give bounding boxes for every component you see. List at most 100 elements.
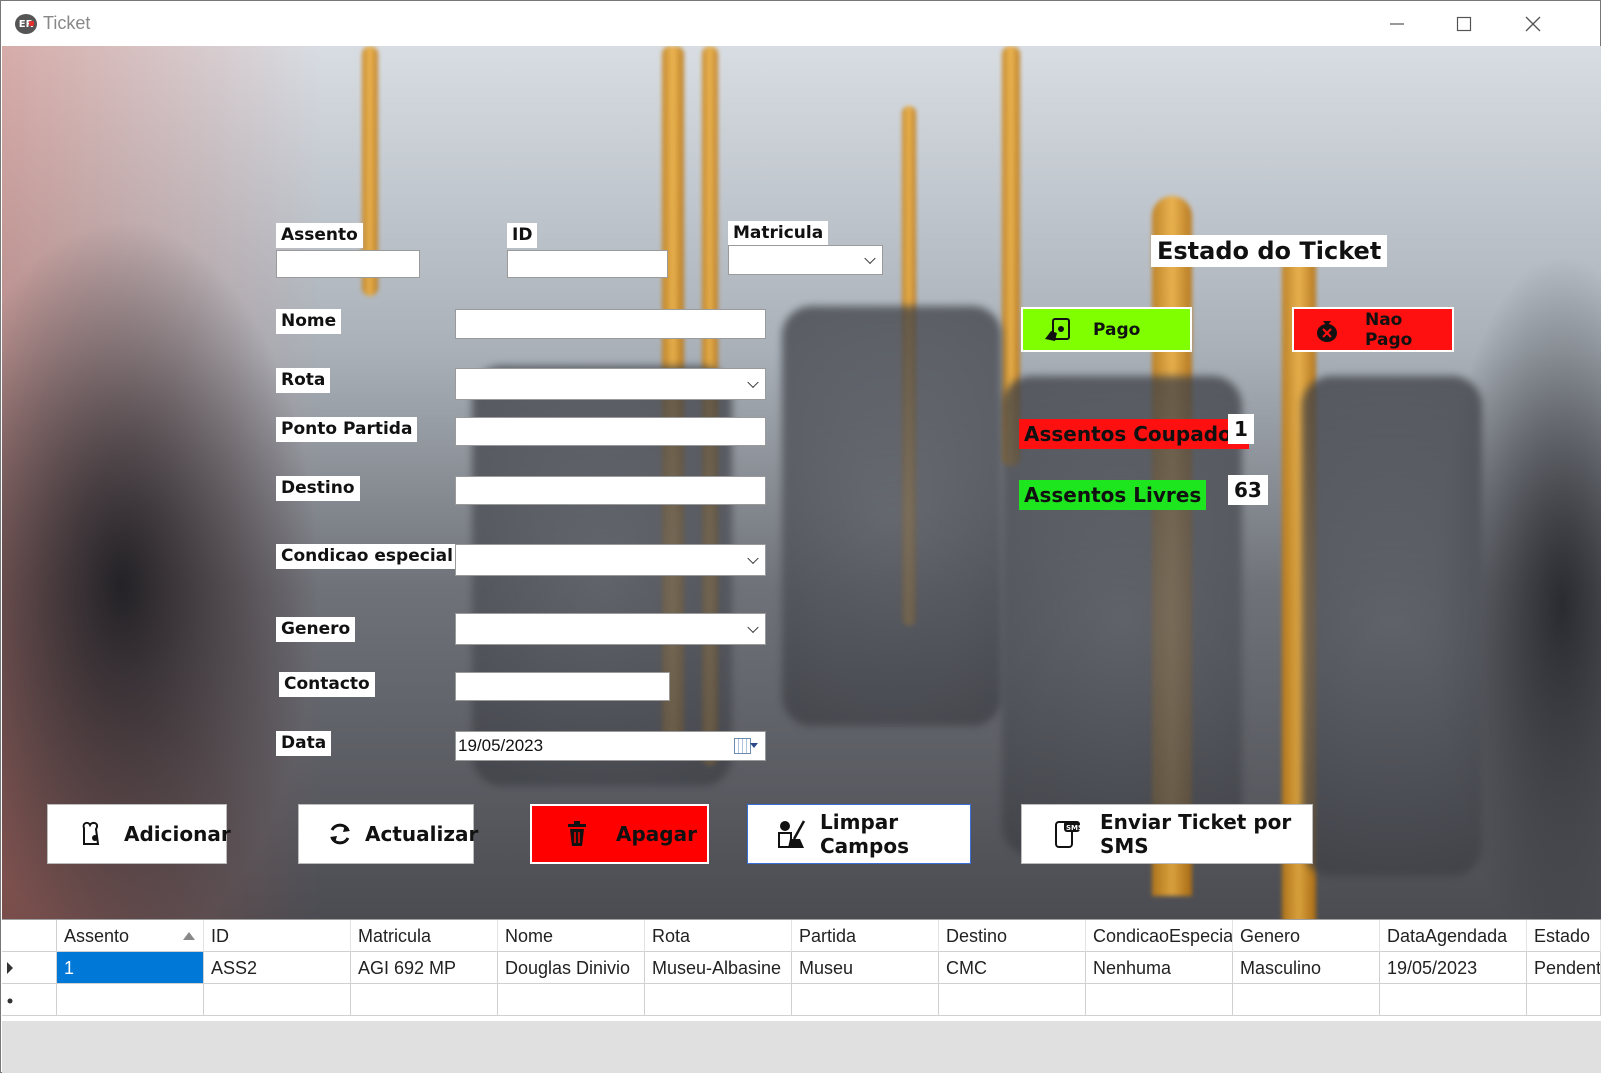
nome-input[interactable]: [455, 309, 766, 339]
pago-button[interactable]: Pago: [1021, 307, 1192, 352]
chevron-down-icon: [747, 552, 759, 565]
new-cell[interactable]: [1527, 984, 1601, 1016]
cell-id[interactable]: ASS2: [204, 952, 351, 984]
new-cell[interactable]: [498, 984, 645, 1016]
maximize-button[interactable]: [1444, 9, 1484, 39]
minimize-icon: [1390, 23, 1404, 25]
header-corner: [2, 920, 57, 952]
adicionar-button[interactable]: Adicionar: [47, 804, 231, 864]
new-row-asterisk-icon: [7, 998, 13, 1004]
cell-partida[interactable]: Museu: [792, 952, 939, 984]
new-cell[interactable]: [939, 984, 1086, 1016]
new-cell[interactable]: [1086, 984, 1233, 1016]
bus-background-image: [2, 46, 1601, 919]
new-cell[interactable]: [351, 984, 498, 1016]
new-cell[interactable]: [57, 984, 204, 1016]
assentos-livres-label: Assentos Livres: [1019, 480, 1207, 510]
genero-select[interactable]: [455, 613, 766, 645]
calendar-icon[interactable]: [734, 738, 751, 754]
table-row[interactable]: 1 ASS2 AGI 692 MP Douglas Dinivio Museu-…: [2, 952, 1601, 984]
assento-label: Assento: [276, 223, 363, 248]
cell-assento[interactable]: 1: [57, 952, 204, 984]
cell-genero[interactable]: Masculino: [1233, 952, 1380, 984]
rota-label: Rota: [276, 368, 331, 393]
data-label: Data: [276, 731, 332, 756]
dropdown-arrow-icon: [750, 743, 758, 748]
chevron-down-icon: [864, 252, 876, 265]
cell-rota[interactable]: Museu-Albasine: [645, 952, 792, 984]
data-value: 19/05/2023: [458, 736, 544, 755]
data-datepicker[interactable]: 19/05/2023: [455, 731, 766, 761]
apagar-label: Apagar: [616, 822, 697, 846]
actualizar-button[interactable]: Actualizar: [298, 804, 478, 864]
cash-payment-icon: [1045, 317, 1070, 341]
add-ticket-icon: [78, 819, 104, 849]
actualizar-label: Actualizar: [365, 822, 479, 846]
svg-text:SMS: SMS: [1066, 824, 1082, 832]
col-header-destino[interactable]: Destino: [939, 920, 1086, 952]
table-new-row[interactable]: [2, 984, 1601, 1016]
col-header-dataagendada[interactable]: DataAgendada: [1380, 920, 1527, 952]
apagar-button[interactable]: Apagar: [530, 804, 709, 864]
row-selector[interactable]: [2, 952, 57, 984]
assento-input[interactable]: [276, 250, 420, 278]
cell-matricula[interactable]: AGI 692 MP: [351, 952, 498, 984]
new-cell[interactable]: [645, 984, 792, 1016]
chevron-down-icon: [747, 376, 759, 389]
col-header-estado[interactable]: Estado: [1527, 920, 1601, 952]
rota-select[interactable]: [455, 368, 766, 400]
contacto-label: Contacto: [279, 672, 375, 697]
destino-label: Destino: [276, 476, 360, 501]
contacto-input[interactable]: [455, 672, 670, 701]
nao-pago-button[interactable]: Nao Pago: [1292, 307, 1454, 352]
current-row-arrow-icon: [7, 962, 13, 974]
assentos-ocupados-count: 1: [1228, 414, 1254, 444]
money-bag-icon: [1317, 320, 1337, 342]
cell-nome[interactable]: Douglas Dinivio: [498, 952, 645, 984]
limpar-campos-button[interactable]: Limpar Campos: [747, 804, 971, 864]
pago-label: Pago: [1093, 319, 1141, 340]
nome-label: Nome: [276, 309, 342, 334]
col-header-condicaoespecial[interactable]: CondicaoEspecial: [1086, 920, 1233, 952]
limpar-campos-label: Limpar Campos: [820, 810, 909, 858]
table-empty-area: [2, 1021, 1601, 1073]
new-cell[interactable]: [1233, 984, 1380, 1016]
minimize-button[interactable]: [1377, 9, 1417, 39]
enviar-sms-button[interactable]: SMS Enviar Ticket por SMS: [1021, 804, 1313, 864]
assentos-ocupados-label: Assentos Coupados: [1019, 419, 1249, 449]
cell-condicaoespecial[interactable]: Nenhuma: [1086, 952, 1233, 984]
condicao-especial-label: Condicao especial: [276, 544, 458, 569]
col-header-genero[interactable]: Genero: [1233, 920, 1380, 952]
close-button[interactable]: [1513, 9, 1553, 39]
cell-destino[interactable]: CMC: [939, 952, 1086, 984]
sort-ascending-icon: [183, 932, 195, 940]
destino-input[interactable]: [455, 476, 766, 505]
id-input[interactable]: [507, 250, 668, 278]
sms-phone-icon: SMS: [1052, 819, 1082, 849]
id-label: ID: [507, 223, 538, 248]
col-header-assento[interactable]: Assento: [57, 920, 204, 952]
cell-estado[interactable]: Pendente: [1527, 952, 1601, 984]
enviar-sms-label: Enviar Ticket por SMS: [1100, 810, 1292, 858]
refresh-icon: [327, 819, 353, 849]
nao-pago-label: Nao Pago: [1364, 309, 1413, 350]
matricula-select[interactable]: [728, 245, 883, 275]
new-cell[interactable]: [204, 984, 351, 1016]
new-cell[interactable]: [792, 984, 939, 1016]
maximize-icon: [1456, 16, 1472, 32]
assentos-livres-count: 63: [1228, 475, 1268, 505]
tickets-table[interactable]: Assento ID Matricula Nome Rota Partida D…: [2, 919, 1601, 1022]
col-header-partida[interactable]: Partida: [792, 920, 939, 952]
col-header-rota[interactable]: Rota: [645, 920, 792, 952]
trash-icon: [562, 819, 592, 849]
col-header-id[interactable]: ID: [204, 920, 351, 952]
col-header-matricula[interactable]: Matricula: [351, 920, 498, 952]
ponto-partida-input[interactable]: [455, 417, 766, 446]
condicao-especial-select[interactable]: [455, 544, 766, 576]
broom-clean-icon: [776, 819, 806, 849]
estado-do-ticket-title: Estado do Ticket: [1151, 235, 1388, 267]
cell-dataagendada[interactable]: 19/05/2023: [1380, 952, 1527, 984]
new-row-selector[interactable]: [2, 984, 57, 1016]
new-cell[interactable]: [1380, 984, 1527, 1016]
col-header-nome[interactable]: Nome: [498, 920, 645, 952]
